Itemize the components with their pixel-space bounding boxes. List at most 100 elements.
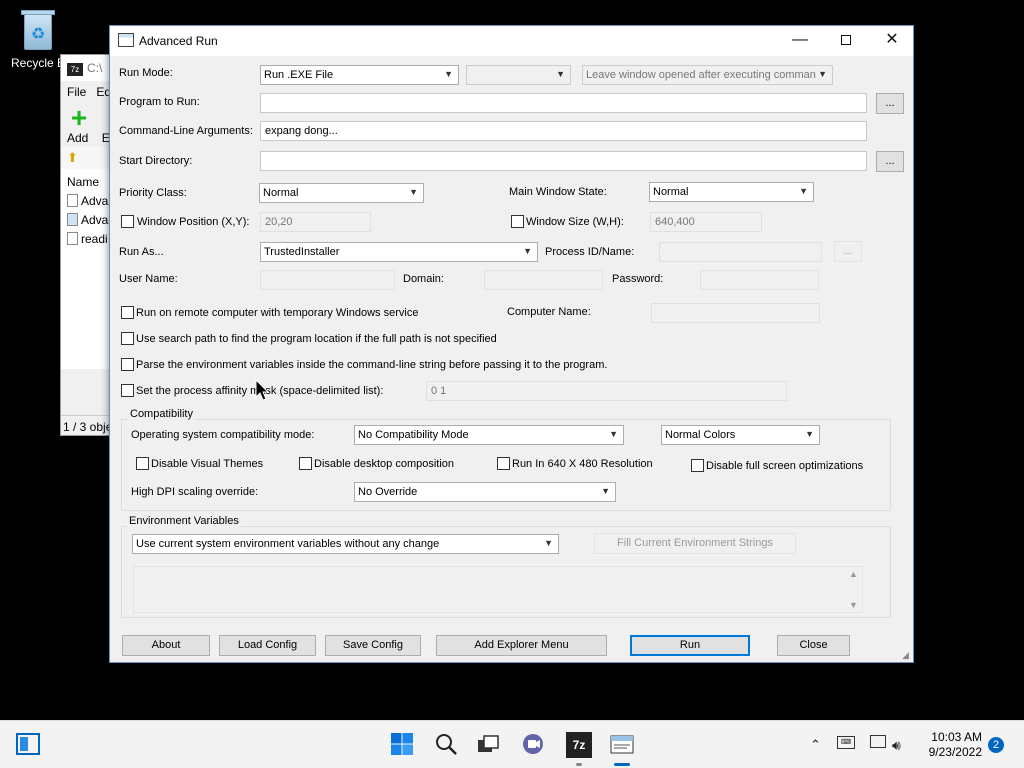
chevron-down-icon: ▼ bbox=[444, 69, 453, 79]
dialog-titlebar[interactable]: Advanced Run — ✕ bbox=[110, 26, 913, 56]
window-size-input[interactable]: 640,400 bbox=[650, 212, 762, 232]
disable-themes-checkbox[interactable] bbox=[136, 457, 149, 470]
password-input[interactable] bbox=[700, 270, 819, 290]
run-mode-secondary-select[interactable]: ▼ bbox=[466, 65, 571, 85]
search-path-label: Use search path to find the program loca… bbox=[136, 333, 497, 345]
menu-file[interactable]: File bbox=[67, 85, 86, 99]
notification-badge[interactable]: 2 bbox=[988, 737, 1004, 753]
dialog-title: Advanced Run bbox=[139, 34, 218, 48]
window-size-label: Window Size (W,H): bbox=[526, 216, 624, 228]
minimize-button[interactable]: — bbox=[777, 26, 823, 56]
environment-mode-select[interactable]: Use current system environment variables… bbox=[132, 534, 559, 554]
exe-file-icon bbox=[67, 194, 78, 207]
task-view-icon[interactable] bbox=[476, 732, 502, 758]
process-id-browse-button[interactable]: ... bbox=[834, 241, 862, 262]
mouse-pointer-icon bbox=[255, 378, 270, 401]
start-windows-icon[interactable] bbox=[390, 732, 416, 758]
scroll-down-icon[interactable]: ▼ bbox=[849, 600, 858, 610]
text-file-icon bbox=[67, 232, 78, 245]
bg-window-title: C:\ bbox=[87, 61, 103, 75]
recycle-bin-icon: ♻ bbox=[20, 8, 56, 52]
up-folder-icon[interactable]: ⬆ bbox=[67, 150, 78, 166]
parse-env-checkbox[interactable] bbox=[121, 358, 134, 371]
window-position-label: Window Position (X,Y): bbox=[137, 216, 250, 228]
active-indicator bbox=[614, 763, 630, 766]
chat-icon[interactable] bbox=[521, 732, 547, 758]
environment-legend: Environment Variables bbox=[127, 515, 241, 527]
args-input[interactable]: expang dong... bbox=[260, 121, 867, 141]
affinity-checkbox[interactable] bbox=[121, 384, 134, 397]
disable-fullscreen-checkbox[interactable] bbox=[691, 459, 704, 472]
chevron-down-icon: ▼ bbox=[601, 486, 610, 496]
user-name-label: User Name: bbox=[119, 273, 178, 285]
add-icon[interactable]: + bbox=[67, 104, 91, 132]
start-dir-input[interactable] bbox=[260, 151, 867, 171]
about-button[interactable]: About bbox=[122, 635, 210, 656]
volume-icon[interactable]: 🔊︎ bbox=[892, 737, 901, 754]
window-size-checkbox[interactable] bbox=[511, 215, 524, 228]
disable-composition-checkbox[interactable] bbox=[299, 457, 312, 470]
fill-environment-button[interactable]: Fill Current Environment Strings bbox=[594, 533, 796, 554]
disable-composition-label: Disable desktop composition bbox=[314, 458, 455, 470]
run-button[interactable]: Run bbox=[630, 635, 750, 656]
network-icon[interactable] bbox=[870, 735, 886, 748]
run-mode-label: Run Mode: bbox=[119, 67, 173, 79]
chevron-down-icon: ▼ bbox=[556, 69, 565, 79]
colors-select[interactable]: Normal Colors ▼ bbox=[661, 425, 820, 445]
program-input[interactable] bbox=[260, 93, 867, 113]
save-config-button[interactable]: Save Config bbox=[325, 635, 421, 656]
close-window-button[interactable]: ✕ bbox=[869, 26, 915, 56]
search-icon[interactable] bbox=[434, 732, 460, 758]
parse-env-label: Parse the environment variables inside t… bbox=[136, 359, 608, 371]
run-640-checkbox[interactable] bbox=[497, 457, 510, 470]
dpi-label: High DPI scaling override: bbox=[131, 486, 259, 498]
affinity-input[interactable]: 0 1 bbox=[426, 381, 787, 401]
window-position-checkbox[interactable] bbox=[121, 215, 134, 228]
clock[interactable]: 10:03 AM 9/23/2022 bbox=[929, 730, 982, 760]
leave-window-open-select[interactable]: Leave window opened after executing comm… bbox=[582, 65, 833, 85]
show-desktop-widget-icon[interactable] bbox=[16, 733, 40, 755]
disable-fullscreen-label: Disable full screen optimizations bbox=[706, 460, 864, 472]
chevron-up-icon[interactable]: ⌃ bbox=[810, 737, 821, 753]
os-compat-select[interactable]: No Compatibility Mode ▼ bbox=[354, 425, 624, 445]
load-config-button[interactable]: Load Config bbox=[219, 635, 316, 656]
add-button-label[interactable]: Add bbox=[67, 131, 88, 145]
keyboard-icon[interactable]: ⌨ bbox=[837, 736, 855, 749]
run-as-select[interactable]: TrustedInstaller ▼ bbox=[260, 242, 538, 262]
start-dir-browse-button[interactable]: ... bbox=[876, 151, 904, 172]
computer-name-label: Computer Name: bbox=[507, 306, 591, 318]
resize-grip-icon[interactable]: ◢ bbox=[902, 650, 909, 661]
7zip-app-icon: 7z bbox=[67, 63, 83, 76]
run-mode-select[interactable]: Run .EXE File ▼ bbox=[260, 65, 459, 85]
taskbar: 7z ⌃ ⌨ 🔊︎ 10:03 AM 9/23/2022 2 bbox=[0, 720, 1024, 768]
dpi-select[interactable]: No Override ▼ bbox=[354, 482, 616, 502]
chevron-down-icon: ▼ bbox=[609, 429, 618, 439]
priority-label: Priority Class: bbox=[119, 187, 187, 199]
domain-input[interactable] bbox=[484, 270, 603, 290]
priority-select[interactable]: Normal ▼ bbox=[259, 183, 424, 203]
run-640-label: Run In 640 X 480 Resolution bbox=[512, 458, 653, 470]
environment-textarea[interactable] bbox=[133, 566, 863, 613]
advanced-run-taskbar-icon[interactable] bbox=[609, 732, 635, 758]
remote-computer-checkbox[interactable] bbox=[121, 306, 134, 319]
close-button[interactable]: Close bbox=[777, 635, 850, 656]
clock-time: 10:03 AM bbox=[931, 730, 982, 744]
scroll-up-icon[interactable]: ▲ bbox=[849, 569, 858, 579]
7zip-taskbar-icon[interactable]: 7z bbox=[566, 732, 592, 758]
clock-date: 9/23/2022 bbox=[928, 745, 982, 759]
program-label: Program to Run: bbox=[119, 96, 200, 108]
maximize-button[interactable] bbox=[823, 26, 869, 56]
program-browse-button[interactable]: ... bbox=[876, 93, 904, 114]
process-id-input[interactable] bbox=[659, 242, 822, 262]
search-path-checkbox[interactable] bbox=[121, 332, 134, 345]
chevron-down-icon: ▼ bbox=[523, 246, 532, 256]
user-name-input[interactable] bbox=[260, 270, 395, 290]
run-as-label: Run As... bbox=[119, 246, 164, 258]
main-window-state-select[interactable]: Normal ▼ bbox=[649, 182, 814, 202]
computer-name-input[interactable] bbox=[651, 303, 820, 323]
running-indicator bbox=[576, 763, 582, 766]
domain-label: Domain: bbox=[403, 273, 444, 285]
advanced-run-dialog[interactable]: Advanced Run — ✕ Run Mode: Run .EXE File… bbox=[109, 25, 914, 663]
add-explorer-menu-button[interactable]: Add Explorer Menu bbox=[436, 635, 607, 656]
window-position-input[interactable]: 20,20 bbox=[260, 212, 371, 232]
